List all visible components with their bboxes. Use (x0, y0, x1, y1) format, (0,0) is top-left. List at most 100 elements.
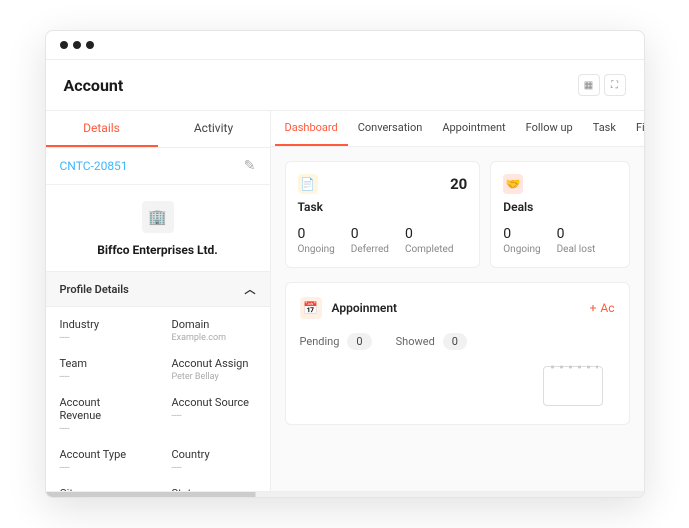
tab-task[interactable]: Task (583, 111, 626, 146)
stat: 0 Completed (405, 226, 454, 255)
deals-stats: 0 Ongoing 0 Deal lost (503, 226, 616, 255)
stat-num: 0 (503, 226, 540, 242)
field-state: State (158, 480, 270, 491)
stat-label: Completed (405, 244, 454, 255)
task-card[interactable]: 📄 20 Task 0 Ongoing 0 Deferred (285, 161, 481, 268)
field-value: ---- (60, 463, 144, 473)
appointment-title: Appoinment (332, 301, 398, 315)
window-dot[interactable] (73, 41, 81, 49)
field-country: Country ---- (158, 441, 270, 480)
tab-file[interactable]: File (626, 111, 644, 146)
tab-activity[interactable]: Activity (158, 111, 270, 147)
field-value: ---- (172, 463, 256, 473)
company-block: 🏢 Biffco Enterprises Ltd. (46, 185, 270, 271)
page-title: Account (64, 76, 124, 95)
field-label: Team (60, 357, 144, 370)
appointment-stats: Pending 0 Showed 0 (300, 333, 615, 350)
field-industry: Industry ---- (46, 311, 158, 350)
page-header: Account ▦ ⛶ (46, 60, 644, 111)
field-value: ---- (60, 333, 144, 343)
stat: 0 Ongoing (298, 226, 335, 255)
deals-card[interactable]: 🤝 Deals 0 Ongoing 0 Deal lost (490, 161, 629, 268)
appointment-title-group: 📅 Appoinment (300, 297, 398, 319)
field-account-revenue: Account Revenue ---- (46, 389, 158, 441)
window-controls (60, 41, 94, 49)
showed-count: 0 (443, 333, 467, 350)
stat-num: 0 (405, 226, 454, 242)
field-label: City (60, 487, 144, 491)
notepad-icon (543, 366, 603, 406)
window-dot[interactable] (86, 41, 94, 49)
task-count: 20 (450, 175, 467, 193)
plus-icon: + (590, 301, 597, 315)
field-value: ---- (60, 424, 144, 434)
tab-details[interactable]: Details (46, 111, 158, 147)
left-panel: Details Activity CNTC-20851 ✎ 🏢 Biffco E… (46, 111, 271, 491)
section-title: Profile Details (60, 283, 129, 296)
edit-icon[interactable]: ✎ (244, 158, 256, 174)
tab-followup[interactable]: Follow up (516, 111, 583, 146)
grid-icon: ▦ (584, 80, 593, 91)
building-icon: 🏢 (142, 201, 174, 233)
field-value: Example.com (172, 333, 256, 343)
field-label: Domain (172, 318, 256, 331)
body: Details Activity CNTC-20851 ✎ 🏢 Biffco E… (46, 111, 644, 491)
field-account-source: Acconut Source ---- (158, 389, 270, 441)
account-id-row: CNTC-20851 ✎ (46, 148, 270, 185)
field-value: ---- (172, 411, 256, 421)
pending-count: 0 (347, 333, 371, 350)
stat-label: Ongoing (298, 244, 335, 255)
appointment-card: 📅 Appoinment + Ac Pending 0 (285, 282, 630, 425)
stat-num: 0 (351, 226, 389, 242)
horizontal-scrollbar[interactable] (46, 491, 644, 497)
tab-conversation[interactable]: Conversation (348, 111, 433, 146)
field-label: Industry (60, 318, 144, 331)
field-account-assign: Acconut Assign Peter Bellay (158, 350, 270, 389)
stat: 0 Deferred (351, 226, 389, 255)
expand-button[interactable]: ⛶ (604, 74, 626, 96)
stat: 0 Deal lost (557, 226, 596, 255)
stat: 0 Ongoing (503, 226, 540, 255)
field-domain: Domain Example.com (158, 311, 270, 350)
field-team: Team ---- (46, 350, 158, 389)
showed-label: Showed (396, 335, 435, 348)
tab-dashboard[interactable]: Dashboard (275, 111, 348, 146)
field-label: Account Revenue (60, 396, 144, 422)
card-top: 🤝 (503, 174, 616, 194)
stat-label: Deferred (351, 244, 389, 255)
appointment-header: 📅 Appoinment + Ac (300, 297, 615, 319)
card-title: Task (298, 200, 468, 214)
field-account-type: Account Type ---- (46, 441, 158, 480)
task-icon: 📄 (298, 174, 318, 194)
field-label: Acconut Assign (172, 357, 256, 370)
stat-num: 0 (298, 226, 335, 242)
task-stats: 0 Ongoing 0 Deferred 0 Completed (298, 226, 468, 255)
company-name: Biffco Enterprises Ltd. (46, 243, 270, 257)
add-label: Ac (600, 301, 614, 315)
grid-view-button[interactable]: ▦ (578, 74, 600, 96)
account-id-link[interactable]: CNTC-20851 (60, 159, 128, 173)
right-panel: Dashboard Conversation Appointment Follo… (271, 111, 644, 491)
empty-illustration (300, 366, 615, 410)
field-value: ---- (60, 372, 144, 382)
field-city: City (46, 480, 158, 491)
field-label: Country (172, 448, 256, 461)
stat-label: Deal lost (557, 244, 596, 255)
field-value: Peter Bellay (172, 372, 256, 382)
field-label: Acconut Source (172, 396, 256, 409)
add-appointment-button[interactable]: + Ac (590, 301, 615, 315)
pending-stat: Pending 0 (300, 333, 372, 350)
left-tabs: Details Activity (46, 111, 270, 148)
field-label: State (172, 487, 256, 491)
field-label: Account Type (60, 448, 144, 461)
right-tabs: Dashboard Conversation Appointment Follo… (271, 111, 644, 147)
window-titlebar (46, 31, 644, 60)
dashboard-content: 📄 20 Task 0 Ongoing 0 Deferred (271, 147, 644, 491)
showed-stat: Showed 0 (396, 333, 467, 350)
card-title: Deals (503, 200, 616, 214)
tab-appointment[interactable]: Appointment (432, 111, 515, 146)
profile-details-header[interactable]: Profile Details ︿ (46, 271, 270, 307)
stat-num: 0 (557, 226, 596, 242)
card-top: 📄 20 (298, 174, 468, 194)
window-dot[interactable] (60, 41, 68, 49)
